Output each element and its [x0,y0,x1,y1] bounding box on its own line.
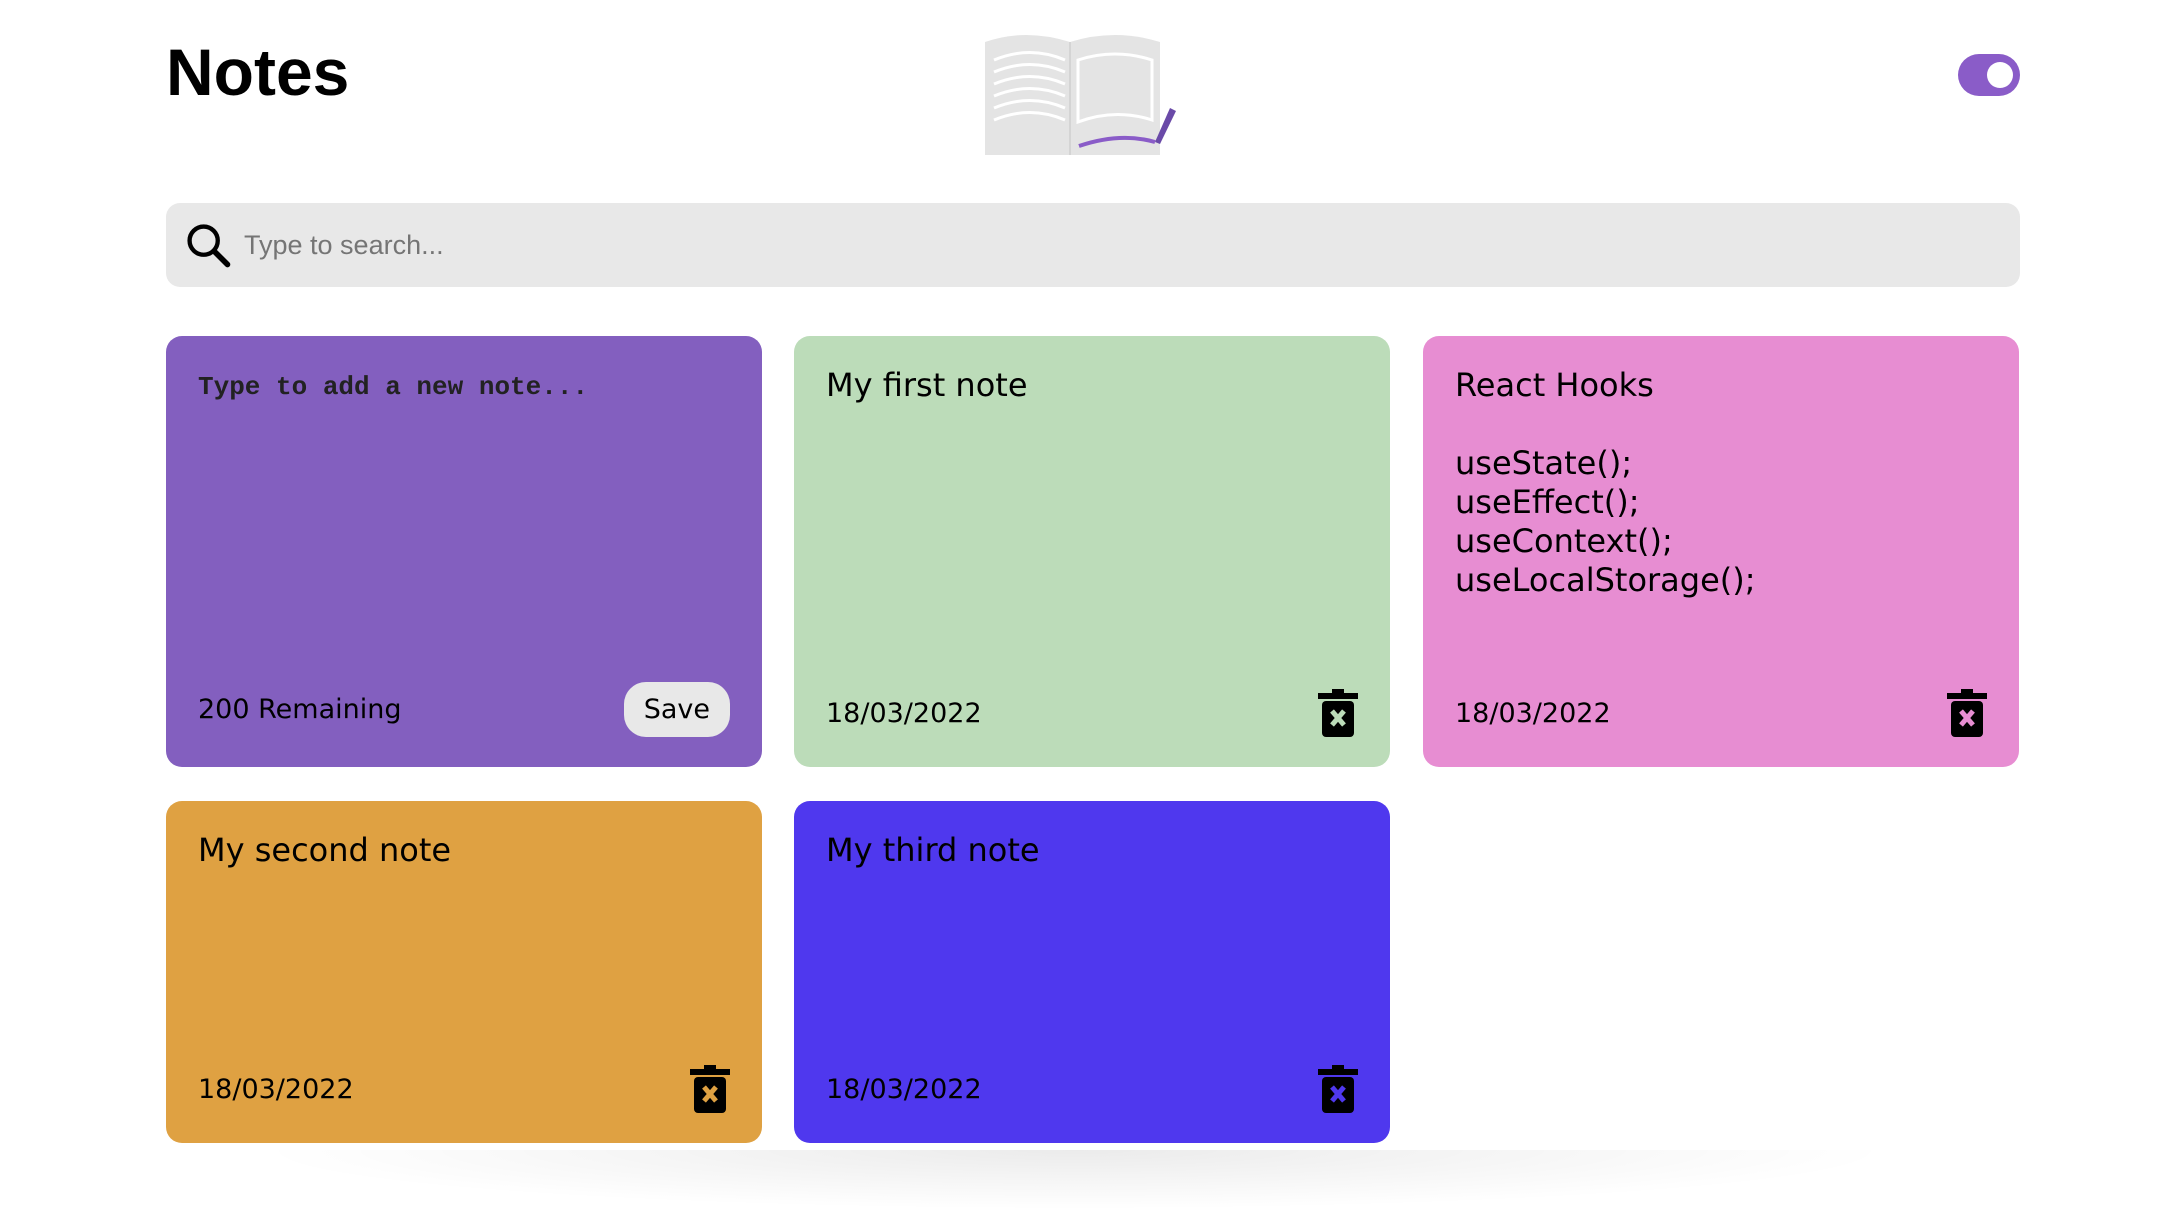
delete-trash-icon[interactable] [1318,1065,1358,1113]
search-bar [166,203,2020,287]
search-icon [187,224,231,268]
delete-trash-icon[interactable] [1947,689,1987,737]
save-button[interactable]: Save [623,682,730,737]
note-card: My first note 18/03/2022 [794,336,1390,767]
note-date: 18/03/2022 [1455,697,1611,729]
bottom-shadow [250,1150,1900,1210]
note-text: My second note [198,831,452,869]
note-date: 18/03/2022 [826,1073,982,1105]
note-date: 18/03/2022 [826,697,982,729]
new-note-input[interactable] [198,372,730,652]
delete-trash-icon[interactable] [690,1065,730,1113]
characters-remaining: 200 Remaining [198,694,402,725]
open-book-logo-icon [985,35,1176,155]
note-card: My third note 18/03/2022 [794,801,1390,1143]
note-card: My second note 18/03/2022 [166,801,762,1143]
note-text: My first note [826,366,1028,404]
toggle-knob [1987,62,2013,88]
theme-toggle[interactable] [1958,54,2020,96]
delete-trash-icon[interactable] [1318,689,1358,737]
search-input[interactable] [244,229,1944,261]
note-date: 18/03/2022 [198,1073,354,1105]
note-text: My third note [826,831,1040,869]
page-title: Notes [166,35,350,109]
new-note-card: 200 Remaining Save [166,336,762,767]
note-text: React Hooks useState(); useEffect(); use… [1455,366,1756,599]
note-card: React Hooks useState(); useEffect(); use… [1423,336,2019,767]
